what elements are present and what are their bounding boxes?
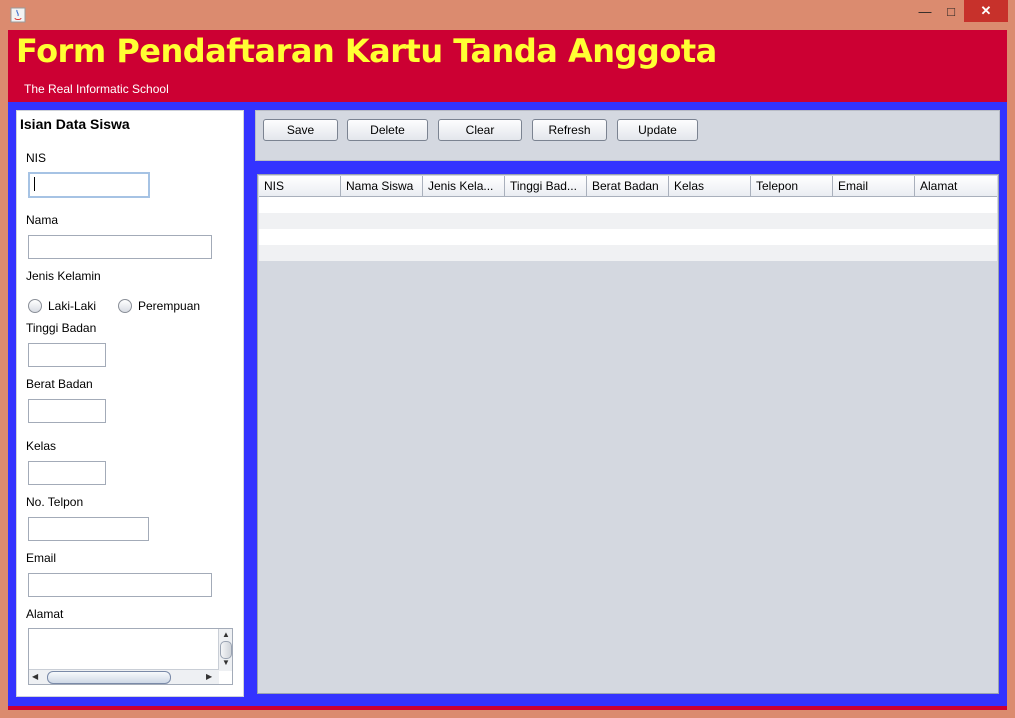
jenis-kelamin-label: Jenis Kelamin <box>26 269 101 283</box>
email-label: Email <box>26 551 57 565</box>
tinggi-label: Tinggi Badan <box>26 321 97 335</box>
column-header-nis[interactable]: NIS <box>259 176 341 196</box>
radio-perempuan[interactable]: Perempuan <box>118 299 200 313</box>
form-panel: Isian Data Siswa NIS Nama Jenis Kelamin … <box>16 110 244 697</box>
email-field[interactable] <box>28 573 212 597</box>
telpon-field[interactable] <box>28 517 149 541</box>
close-button[interactable]: ✕ <box>964 0 1008 22</box>
maximize-button[interactable]: □ <box>938 0 964 22</box>
page-title: Form Pendaftaran Kartu Tanda Anggota <box>16 32 717 70</box>
column-header-alamat[interactable]: Alamat <box>915 176 997 196</box>
alamat-label: Alamat <box>26 607 64 621</box>
update-button[interactable]: Update <box>617 119 698 141</box>
horizontal-scrollbar[interactable]: ◀ ▶ <box>29 669 219 684</box>
radio-icon <box>28 299 42 313</box>
text-caret <box>34 177 35 191</box>
kelas-field[interactable] <box>28 461 106 485</box>
table-row[interactable] <box>259 229 997 245</box>
column-header-nama-siswa[interactable]: Nama Siswa <box>341 176 423 196</box>
scroll-up-icon[interactable]: ▲ <box>222 630 230 639</box>
save-button[interactable]: Save <box>263 119 338 141</box>
nama-label: Nama <box>26 213 59 227</box>
kelas-label: Kelas <box>26 439 57 453</box>
radio-laki-label: Laki-Laki <box>48 299 97 313</box>
column-header-tinggi-badan[interactable]: Tinggi Bad... <box>505 176 587 196</box>
nis-field[interactable] <box>28 172 150 198</box>
berat-field[interactable] <box>28 399 106 423</box>
scroll-thumb-vertical[interactable] <box>220 641 232 659</box>
form-title: Isian Data Siswa <box>20 116 130 132</box>
scroll-left-icon[interactable]: ◀ <box>32 672 38 681</box>
page-subtitle: The Real Informatic School <box>24 82 169 96</box>
radio-icon <box>118 299 132 313</box>
berat-label: Berat Badan <box>26 377 93 391</box>
refresh-button[interactable]: Refresh <box>532 119 607 141</box>
nama-field[interactable] <box>28 235 212 259</box>
nis-label: NIS <box>26 151 47 165</box>
column-header-kelas[interactable]: Kelas <box>669 176 751 196</box>
delete-button[interactable]: Delete <box>347 119 428 141</box>
client-area: Form Pendaftaran Kartu Tanda Anggota The… <box>8 30 1007 710</box>
table-row[interactable] <box>259 197 997 213</box>
column-header-berat-badan[interactable]: Berat Badan <box>587 176 669 196</box>
column-header-telepon[interactable]: Telepon <box>751 176 833 196</box>
radio-perempuan-label: Perempuan <box>138 299 201 313</box>
scroll-right-icon[interactable]: ▶ <box>206 672 212 681</box>
clear-button[interactable]: Clear <box>438 119 522 141</box>
alamat-textarea[interactable]: ▲ ▼ ◀ ▶ <box>28 628 233 685</box>
toolbar: Save Delete Clear Refresh Update <box>255 110 1000 161</box>
data-table[interactable]: NIS Nama Siswa Jenis Kela... Tinggi Bad.… <box>257 174 999 694</box>
bottom-border <box>8 698 1007 706</box>
content-panel: Isian Data Siswa NIS Nama Jenis Kelamin … <box>8 102 1007 706</box>
table-row[interactable] <box>259 245 997 261</box>
scroll-down-icon[interactable]: ▼ <box>222 658 230 667</box>
scroll-thumb-horizontal[interactable] <box>47 671 171 684</box>
table-header: NIS Nama Siswa Jenis Kela... Tinggi Bad.… <box>259 176 997 197</box>
table-row[interactable] <box>259 213 997 229</box>
title-bar[interactable]: — □ ✕ <box>0 0 1015 30</box>
tinggi-field[interactable] <box>28 343 106 367</box>
app-window: — □ ✕ Form Pendaftaran Kartu Tanda Anggo… <box>0 0 1015 718</box>
java-icon <box>10 7 26 23</box>
column-header-jenis-kelamin[interactable]: Jenis Kela... <box>423 176 505 196</box>
minimize-button[interactable]: — <box>912 0 938 22</box>
column-header-email[interactable]: Email <box>833 176 915 196</box>
radio-laki-laki[interactable]: Laki-Laki <box>28 299 96 313</box>
telpon-label: No. Telpon <box>26 495 84 509</box>
vertical-scrollbar[interactable]: ▲ ▼ <box>218 629 232 671</box>
